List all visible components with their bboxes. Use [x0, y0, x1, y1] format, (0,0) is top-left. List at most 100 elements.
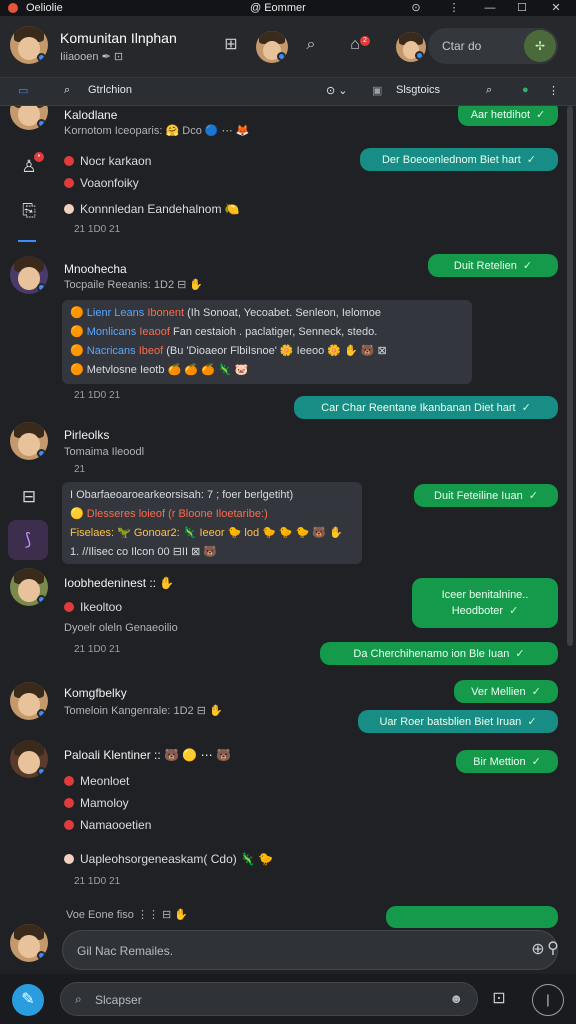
window-title: @ Eommer	[250, 2, 306, 14]
emoji-picker-icon[interactable]: ☻	[449, 991, 463, 1006]
message-line: Nocr karkaon	[64, 154, 151, 168]
formatted-card: 🟠 Lienr Leans Ibonent (Ih Sonoat, Yecoab…	[62, 300, 472, 384]
channel-label[interactable]: Slsgtoics	[396, 84, 440, 96]
message-time: 21 1D0 21	[74, 876, 121, 887]
filter-dropdown[interactable]: ⊙ ⌄	[326, 84, 348, 97]
compose-placeholder: Gil Nac Remailes.	[77, 944, 174, 958]
message-bubble[interactable]: Ver Mellien ✓	[454, 680, 558, 703]
message-meta: Tomeloin Kangenrale: 1D2 ⊟ ✋	[64, 705, 223, 717]
user-avatar[interactable]	[10, 422, 48, 460]
message-meta: Tomaima Ileoodl	[64, 446, 145, 458]
emoji-icon	[64, 204, 74, 214]
bottom-bar: ✎ ⌕ Slcapser ☻ ⊡ |	[0, 974, 576, 1024]
message-time: 21 1D0 21	[74, 390, 121, 401]
message-feed: Aar hetdihot ✓ Kalodlane Kornotom Iceopar…	[0, 106, 566, 928]
search-label[interactable]: Gtrlchion	[88, 84, 132, 96]
alert-icon	[64, 156, 74, 166]
message-bubble[interactable]: Bir Mettion ✓	[456, 750, 558, 773]
message-meta: Kornotom Iceoparis: 🤗 Dco 🔵 ⋯ 🦊	[64, 125, 250, 137]
message-meta: Dyoelr oleln Genaeoilio	[64, 622, 178, 634]
globe-icon[interactable]: ●	[522, 84, 529, 96]
group-avatar[interactable]	[10, 26, 48, 64]
minimize-button[interactable]: —	[480, 1, 500, 15]
leaf-icon[interactable]: ✢	[524, 30, 556, 62]
message-line: Meonloet	[64, 774, 129, 788]
card-row: I Obarfaeoaroearkeorsisah: 7 ; foer berl…	[70, 489, 294, 501]
more-icon[interactable]: ⋮	[444, 1, 464, 15]
message-bubble[interactable]: Uar Roer batsblien Biet Iruan ✓	[358, 710, 558, 733]
card-row: 🟠 Monlicans Ieaoof Fan cestaioh . paclat…	[70, 326, 378, 338]
message-author[interactable]: Ioobhedeninest :: ✋	[64, 576, 174, 590]
message-line: Ikeoltoo	[64, 600, 122, 614]
bottom-search-input[interactable]: ⌕ Slcapser ☻	[60, 982, 478, 1016]
notification-badge: 2	[360, 36, 370, 46]
compose-input[interactable]: Gil Nac Remailes. ⊕	[62, 930, 558, 970]
scrollbar[interactable]	[567, 106, 573, 646]
alert-icon	[64, 776, 74, 786]
message-bubble[interactable]: Da Cherchihenamo ion Ble Iuan ✓	[320, 642, 558, 665]
alert-icon	[64, 178, 74, 188]
maximize-button[interactable]: ☐	[512, 1, 532, 15]
message-line: Mamoloy	[64, 796, 129, 810]
message-author[interactable]: Komgfbelky	[64, 686, 127, 700]
message-line: Voaonfoiky	[64, 176, 139, 190]
account-icon[interactable]: ⊙	[406, 1, 426, 15]
title-bar: Oeliolie @ Eommer ⊙ ⋮ — ☐ ✕	[0, 0, 576, 16]
message-author[interactable]: Kalodlane	[64, 108, 117, 122]
card-row: 🟠 Metvlosne Ieotb 🍊 🍊 🍊 🦎 🐷	[70, 364, 249, 376]
card-row: 1. //Ilisec co Ilcon 00 ⊟II ⊠ 🐻	[70, 546, 218, 558]
user-avatar[interactable]	[10, 106, 48, 130]
self-avatar[interactable]	[10, 924, 48, 962]
alert-icon	[64, 820, 74, 830]
search-small-icon[interactable]: ⌕	[486, 84, 492, 97]
message-bubble[interactable]: Car Char Reentane Ikanbanan Diet hart ✓	[294, 396, 558, 419]
mic-icon[interactable]: ⚲	[540, 936, 566, 962]
pin-icon[interactable]: ⊞	[218, 32, 244, 58]
message-bubble[interactable]: Duit Feteiline Iuan ✓	[414, 484, 558, 507]
message-author[interactable]: Pirleolks	[64, 428, 109, 442]
card-row: 🟠 Nacricans Ibeof (Bu 'Dioaeor FlbiIsnoe…	[70, 345, 387, 357]
message-bubble[interactable]	[386, 906, 558, 928]
header-search-input[interactable]: Ctar do ✢	[428, 28, 558, 64]
chat-title: Komunitan Ilnphan	[60, 30, 177, 46]
app-window: Oeliolie @ Eommer ⊙ ⋮ — ☐ ✕ Komunitan Il…	[0, 0, 576, 1024]
expand-icon[interactable]: ⊡	[486, 986, 512, 1012]
close-button[interactable]: ✕	[546, 1, 566, 15]
alert-icon	[64, 602, 74, 612]
message-line: Uapleohsorgeneaskam( Cdo) 🦎 🐤	[64, 852, 273, 866]
chat-header: Komunitan Ilnphan Iiiaooen ✒ ⊡ ⊞ ⌕ ⌂ 2 C…	[0, 16, 576, 78]
message-bubble[interactable]: Duit Retelien ✓	[428, 254, 558, 277]
formatted-card: I Obarfaeoaroearkeorsisah: 7 ; foer berl…	[62, 482, 362, 564]
search-icon: ⌕	[75, 992, 82, 1006]
folder-icon[interactable]: ▭	[18, 84, 28, 97]
app-name: Oeliolie	[26, 2, 63, 14]
info-button[interactable]: |	[532, 984, 564, 1016]
search-icon[interactable]: ⌕	[64, 84, 70, 97]
channel-icon: ▣	[372, 85, 383, 97]
message-line: Namaooetien	[64, 818, 151, 832]
card-row: 🟠 Lienr Leans Ibonent (Ih Sonoat, Yecoab…	[70, 307, 381, 319]
message-bubble[interactable]: Iceer benitalnine.. Heodboter ✓	[412, 578, 558, 628]
member-avatar[interactable]	[256, 31, 288, 63]
message-meta: Tocpaile Reeanis: 1D2 ⊟ ✋	[64, 279, 204, 291]
search-icon[interactable]: ⌕	[298, 32, 324, 58]
card-row: Fiselaes: 🦖 Gonoar2: 🦎 Ieeor 🐤 lod 🐤 🐤 🐤…	[70, 527, 343, 539]
message-author[interactable]: Mnoohecha	[64, 262, 127, 276]
user-avatar[interactable]	[10, 568, 48, 606]
message-author[interactable]: Paloali Klentiner :: 🐻 🟡 ⋯ 🐻	[64, 748, 231, 762]
profile-avatar[interactable]	[396, 32, 426, 62]
more-icon[interactable]: ⋮	[548, 84, 559, 97]
toolbar: ▭ ⌕ Gtrlchion ⊙ ⌄ ▣ Slsgtoics ⌕ ● ⋮	[0, 78, 576, 106]
compose-new-button[interactable]: ✎	[12, 984, 44, 1016]
message-time: 21 1D0 21	[74, 644, 121, 655]
chat-subtitle: Iiiaooen ✒ ⊡	[60, 51, 124, 63]
user-avatar[interactable]	[10, 740, 48, 778]
message-bubble[interactable]: Der Boeoenlednom Biet hart ✓	[360, 148, 558, 171]
alert-icon	[64, 798, 74, 808]
message-bubble[interactable]: Aar hetdihot ✓	[458, 106, 558, 126]
user-avatar[interactable]	[10, 256, 48, 294]
user-avatar[interactable]	[10, 682, 48, 720]
message-line: Konnnledan Eandehalnom 🍋	[64, 202, 240, 216]
message-meta: Voe Eone fiso ⋮⋮ ⊟ ✋	[66, 909, 188, 921]
emoji-icon	[64, 854, 74, 864]
